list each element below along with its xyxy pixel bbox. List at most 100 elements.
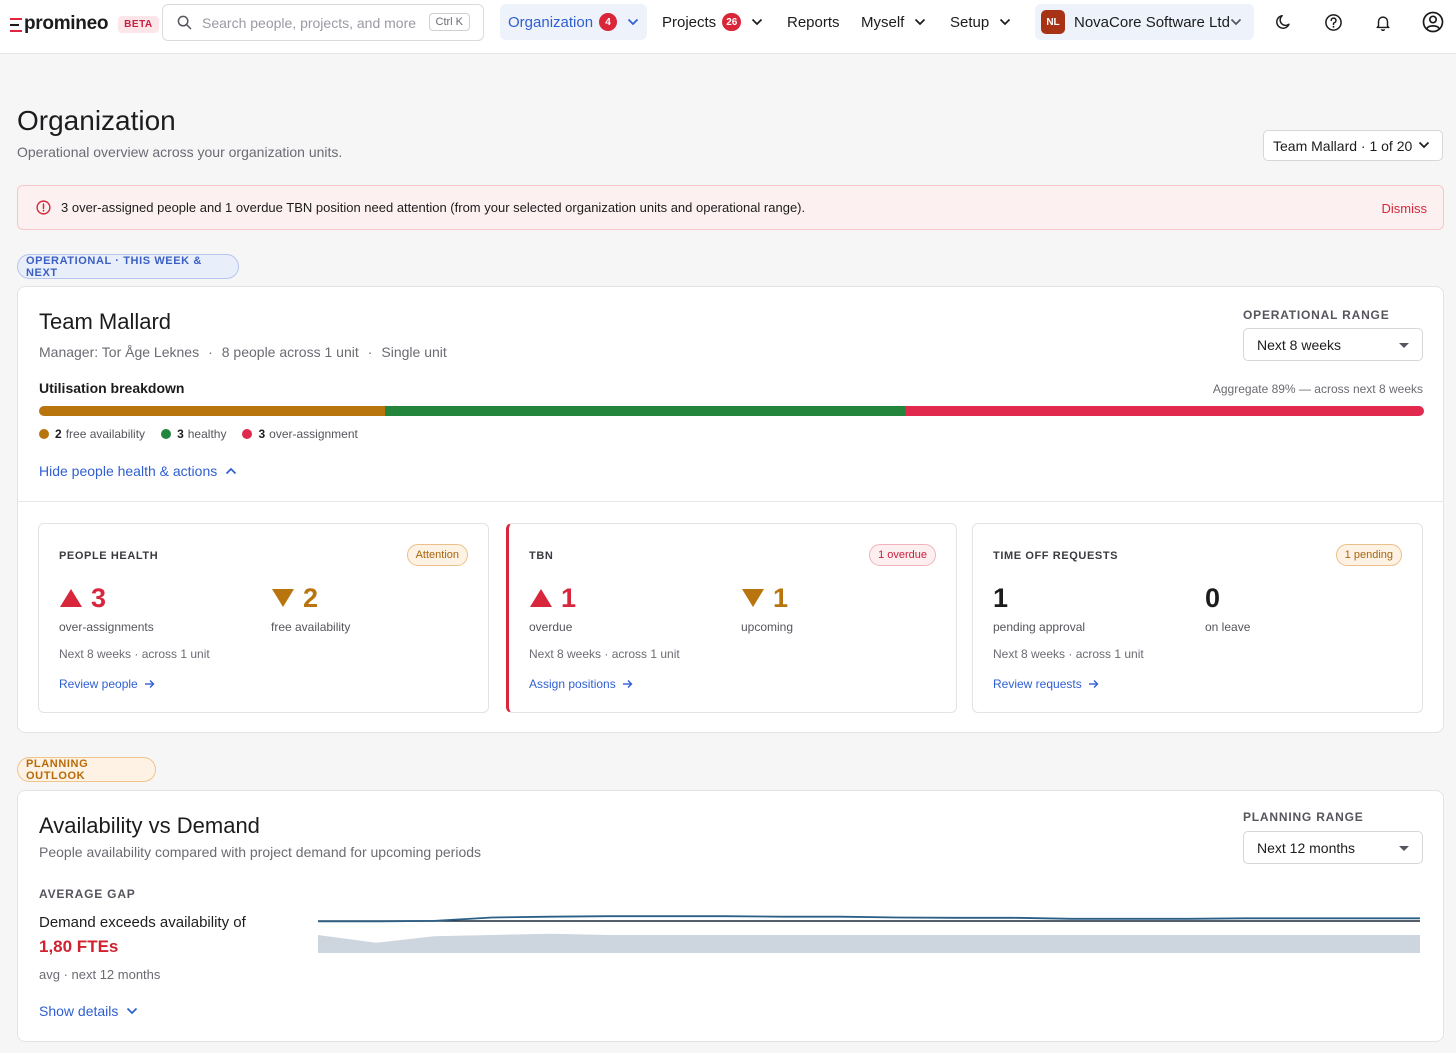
nav-setup-label: Setup (950, 13, 990, 31)
people-health-status-badge: Attention (406, 544, 468, 566)
time-off-requests-card: TIME OFF REQUESTS 1 pending 1 pending ap… (972, 523, 1423, 713)
tbn-status-badge: 1 overdue (869, 544, 936, 566)
nav-organization-badge: 4 (599, 13, 618, 31)
operational-range-label: OPERATIONAL RANGE (1243, 308, 1390, 322)
assign-positions-label: Assign positions (529, 677, 616, 691)
average-gap-label: AVERAGE GAP (39, 887, 136, 901)
show-details-label: Show details (39, 1003, 119, 1019)
operational-section-tag: OPERATIONAL · THIS WEEK & NEXT (17, 254, 239, 279)
team-manager: Manager: Tor Åge Leknes (39, 344, 200, 360)
on-leave-label: on leave (1205, 620, 1251, 634)
over-assignments-label: over-assignments (59, 620, 154, 634)
pending-approval-stat: 1 pending approval (993, 582, 1086, 635)
notifications-button[interactable] (1371, 10, 1395, 34)
nav-reports-label: Reports (787, 13, 840, 31)
attention-alert: 3 over-assigned people and 1 overdue TBN… (17, 185, 1444, 230)
legend-item: 3 over-assignment (242, 427, 358, 441)
time-off-note: Next 8 weeks · across 1 unit (993, 647, 1144, 661)
triangle-up-icon (60, 589, 82, 607)
pending-approval-value: 1 (993, 582, 1009, 613)
nav-projects[interactable]: Projects 26 (654, 4, 771, 40)
legend-count: 2 (55, 427, 62, 441)
utilisation-aggregate: Aggregate 89% — across next 8 weeks (1212, 382, 1423, 396)
tbn-card: TBN 1 overdue 1 overdue 1 upcoming Next … (506, 523, 957, 713)
review-people-link[interactable]: Review people (59, 677, 155, 691)
legend-count: 3 (177, 427, 184, 441)
theme-toggle-button[interactable] (1272, 10, 1296, 34)
triangle-down-icon (272, 589, 294, 607)
planning-range-select[interactable]: Next 12 months (1243, 831, 1423, 864)
nav-projects-label: Projects (662, 13, 717, 31)
help-button[interactable] (1321, 10, 1345, 34)
triangle-up-icon (530, 589, 552, 607)
alert-message: 3 over-assigned people and 1 overdue TBN… (61, 200, 806, 215)
utilisation-bar (39, 406, 1424, 416)
on-leave-stat: 0 on leave (1205, 582, 1251, 635)
show-details-button[interactable]: Show details (39, 1003, 138, 1019)
chevron-down-icon (752, 18, 763, 26)
chevron-down-icon (627, 18, 639, 26)
search-box[interactable]: Ctrl K (162, 4, 484, 41)
planning-range-value: Next 12 months (1257, 839, 1356, 856)
tbn-note: Next 8 weeks · across 1 unit (529, 647, 680, 661)
review-requests-link[interactable]: Review requests (993, 677, 1099, 691)
utilisation-segment-2 (904, 406, 1424, 416)
free-availability-label: free availability (271, 620, 351, 634)
team-overview-card: Team Mallard Manager: Tor Åge Leknes · 8 p… (17, 286, 1444, 733)
utilisation-label: Utilisation breakdown (39, 380, 185, 396)
org-avatar: NL (1041, 10, 1065, 34)
caret-down-icon (1399, 846, 1409, 851)
pending-approval-label: pending approval (993, 620, 1086, 634)
team-selector[interactable]: Team Mallard · 1 of 20 (1263, 130, 1443, 161)
tbn-upcoming-stat: 1 upcoming (741, 582, 793, 635)
utilisation-legend: 2 free availability 3 healthy 3 over-assignme… (39, 427, 374, 441)
chevron-down-icon (1230, 18, 1242, 26)
review-requests-label: Review requests (993, 677, 1082, 691)
planning-section-tag: PLANNING OUTLOOK (17, 757, 156, 782)
bell-icon (1376, 15, 1390, 31)
team-people-count: 8 people across 1 unit (221, 344, 359, 360)
legend-item: 3 healthy (161, 427, 226, 441)
nav-organization[interactable]: Organization 4 (500, 4, 648, 40)
nav-setup[interactable]: Setup (942, 4, 1019, 40)
dismiss-alert-button[interactable]: Dismiss (1382, 201, 1428, 216)
utilisation-segment-0 (39, 406, 386, 416)
nav-reports[interactable]: Reports (779, 4, 848, 40)
over-assignments-stat: 3 over-assignments (59, 582, 154, 635)
help-icon (1324, 13, 1342, 31)
triangle-down-icon (742, 589, 764, 607)
user-menu-button[interactable] (1421, 10, 1445, 34)
legend-label: free availability (65, 427, 146, 441)
assign-positions-link[interactable]: Assign positions (529, 677, 633, 691)
app-logo[interactable]: promineo BETA (10, 13, 159, 35)
tbn-overdue-stat: 1 overdue (529, 582, 576, 635)
nav-myself[interactable]: Myself (853, 4, 934, 40)
logo-text: promineo (24, 13, 109, 34)
average-gap-value: 1,80 FTEs (39, 937, 119, 956)
search-icon (177, 15, 192, 30)
tbn-overdue-label: overdue (529, 620, 573, 634)
availability-area (318, 933, 1420, 953)
nav-projects-badge: 26 (722, 13, 742, 31)
page-subtitle: Operational overview across your organiz… (17, 144, 343, 160)
team-selector-label: Team Mallard · 1 of 20 (1273, 137, 1413, 154)
availability-subtitle: People availability compared with projec… (39, 844, 482, 860)
top-bar: promineo BETA Ctrl K Organization 4 Proj… (0, 0, 1456, 54)
nav-myself-label: Myself (861, 13, 905, 31)
legend-dot-icon (39, 429, 49, 439)
user-avatar-icon (1422, 11, 1444, 33)
chevron-down-icon (1000, 18, 1011, 26)
planning-range-label: PLANNING RANGE (1243, 810, 1364, 824)
search-input[interactable] (202, 14, 422, 31)
availability-title: Availability vs Demand (39, 813, 260, 838)
arrow-right-icon (1088, 680, 1099, 688)
team-scope: Single unit (381, 344, 447, 360)
legend-count: 3 (258, 427, 266, 441)
operational-range-select[interactable]: Next 8 weeks (1243, 328, 1423, 361)
review-people-label: Review people (59, 677, 138, 691)
alert-circle-icon (36, 200, 51, 215)
free-availability-stat: 2 free availability (271, 582, 351, 635)
toggle-people-health-button[interactable]: Hide people health & actions (39, 463, 237, 479)
organization-switcher[interactable]: NL NovaCore Software Ltd (1035, 4, 1254, 40)
people-health-card: PEOPLE HEALTH Attention 3 over-assignmen… (38, 523, 489, 713)
